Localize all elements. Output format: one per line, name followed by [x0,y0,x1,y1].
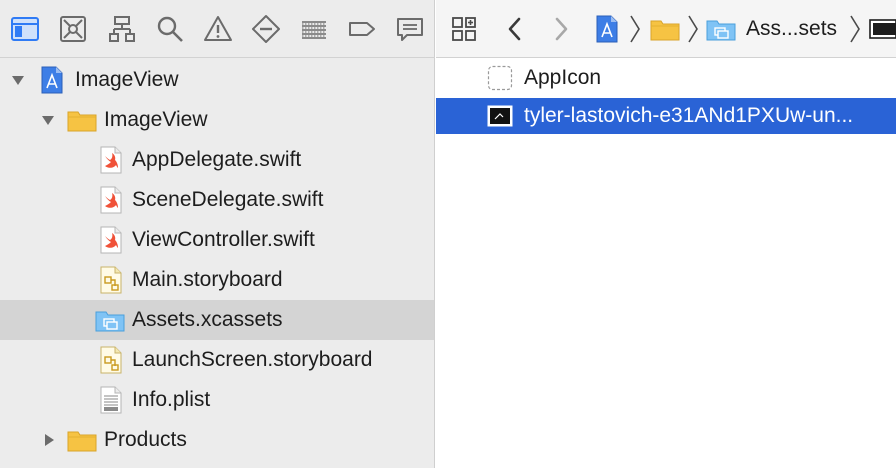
tree-item-file[interactable]: AppDelegate.swift [0,140,434,180]
report-navigator-icon[interactable] [393,12,427,46]
tree-item-label: Main.storyboard [132,268,283,291]
breakpoint-navigator-icon[interactable] [345,12,379,46]
issue-navigator-icon[interactable] [201,12,235,46]
tree-item-group[interactable]: Products [0,420,434,460]
project-icon[interactable] [594,13,620,45]
tree-item-group[interactable]: ImageView [0,100,434,140]
swift-file-icon [99,186,123,214]
tree-item-project[interactable]: ImageView [0,60,434,100]
tree-item-file[interactable]: Main.storyboard [0,260,434,300]
disclosure-closed-icon[interactable] [42,433,56,447]
folder-icon [67,426,97,454]
asset-label: AppIcon [524,66,602,89]
folder-icon[interactable] [649,13,681,45]
tree-item-label: ImageView [75,68,179,91]
tree-item-label: Info.plist [132,388,211,411]
image-set-icon [487,103,513,129]
tree-item-file[interactable]: LaunchScreen.storyboard [0,340,434,380]
navigator-toolbar [0,0,435,58]
project-icon [40,66,64,94]
jump-bar: Ass...sets [436,0,896,58]
debug-navigator-icon[interactable] [297,12,331,46]
tree-item-file[interactable]: SceneDelegate.swift [0,180,434,220]
swift-file-icon [99,146,123,174]
project-navigator-icon[interactable] [8,12,42,46]
tree-item-label: ImageView [104,108,208,131]
asset-label: tyler-lastovich-e31ANd1PXUw-un... [524,104,854,127]
plist-icon [99,386,123,414]
forward-chevron-icon[interactable] [548,13,574,45]
app-icon-placeholder-icon [487,65,513,91]
disclosure-open-icon[interactable] [11,73,25,87]
symbol-navigator-icon[interactable] [105,12,139,46]
tree-item-file[interactable]: ViewController.swift [0,220,434,260]
breadcrumb-separator-icon [849,13,861,45]
storyboard-icon [99,266,123,294]
breadcrumb-separator-icon [629,13,641,45]
test-navigator-icon[interactable] [249,12,283,46]
disclosure-open-icon[interactable] [41,113,55,127]
find-navigator-icon[interactable] [153,12,187,46]
folder-icon [67,106,97,134]
tree-item-label: Assets.xcassets [132,308,283,331]
tree-item-file-selected[interactable]: Assets.xcassets [0,300,434,340]
asset-row[interactable]: AppIcon [436,60,896,96]
image-set-icon[interactable] [869,13,896,45]
storyboard-icon [99,346,123,374]
asset-catalog-editor: Ass...sets AppIcon tyler-lastovich-e31AN… [436,0,896,468]
tree-item-file[interactable]: Info.plist [0,380,434,420]
tree-item-label: LaunchScreen.storyboard [132,348,373,371]
tree-item-label: AppDelegate.swift [132,148,302,171]
asset-row-selected[interactable]: tyler-lastovich-e31ANd1PXUw-un... [436,98,896,134]
swift-file-icon [99,226,123,254]
project-navigator: ImageView ImageView AppDelegate.swift Sc… [0,0,435,468]
breadcrumb-separator-icon [687,13,699,45]
tree-item-label: SceneDelegate.swift [132,188,324,211]
related-items-icon[interactable] [448,13,480,45]
tree-item-label: ViewController.swift [132,228,315,251]
tree-item-label: Products [104,428,187,451]
asset-catalog-icon[interactable] [705,13,737,45]
asset-catalog-icon [95,306,125,334]
source-control-navigator-icon[interactable] [56,12,90,46]
back-chevron-icon[interactable] [502,13,528,45]
breadcrumb-label[interactable]: Ass...sets [746,17,837,41]
